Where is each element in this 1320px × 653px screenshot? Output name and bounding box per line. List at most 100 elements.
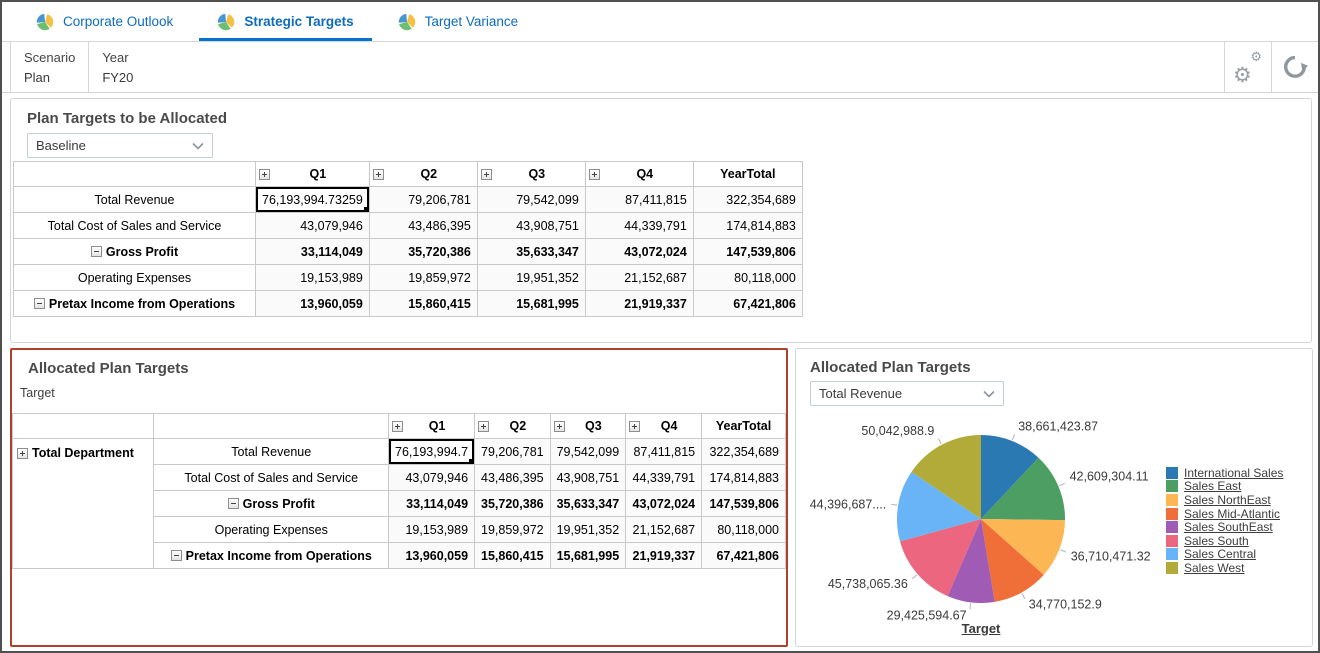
column-header-yeartotal[interactable]: YearTotal <box>702 414 786 439</box>
column-header-q1[interactable]: Q1 <box>256 162 370 187</box>
data-cell[interactable]: 67,421,806 <box>693 291 802 317</box>
row-header[interactable]: Total Cost of Sales and Service <box>154 465 389 491</box>
data-cell[interactable]: 79,206,781 <box>475 439 551 465</box>
data-cell[interactable]: 35,720,386 <box>475 491 551 517</box>
data-cell-selected[interactable]: 76,193,994.73259 <box>256 187 370 213</box>
row-header[interactable]: Operating Expenses <box>154 517 389 543</box>
data-cell[interactable]: 19,153,989 <box>256 265 370 291</box>
legend-item[interactable]: Sales East <box>1166 480 1283 494</box>
expand-icon[interactable] <box>629 421 640 432</box>
row-group-total-department[interactable]: Total Department <box>13 439 154 569</box>
data-cell[interactable]: 21,152,687 <box>626 517 702 543</box>
column-header-yeartotal[interactable]: YearTotal <box>693 162 802 187</box>
legend-item[interactable]: International Sales <box>1166 466 1283 480</box>
data-cell[interactable]: 43,486,395 <box>475 465 551 491</box>
pov-year-value[interactable]: FY20 <box>102 70 133 85</box>
legend-label[interactable]: Sales Central <box>1184 547 1256 561</box>
expand-icon[interactable] <box>554 421 565 432</box>
data-cell[interactable]: 43,908,751 <box>477 213 585 239</box>
legend-item[interactable]: Sales Central <box>1166 548 1283 562</box>
pov-scenario[interactable]: Scenario Plan <box>11 42 89 92</box>
collapse-icon[interactable] <box>171 550 182 561</box>
data-cell[interactable]: 19,153,989 <box>389 517 475 543</box>
data-cell[interactable]: 43,908,751 <box>550 465 626 491</box>
data-cell[interactable]: 35,633,347 <box>550 491 626 517</box>
data-cell[interactable]: 174,814,883 <box>693 213 802 239</box>
data-cell[interactable]: 67,421,806 <box>702 543 786 569</box>
expand-icon[interactable] <box>481 169 492 180</box>
expand-icon[interactable] <box>478 421 489 432</box>
data-cell[interactable]: 44,339,791 <box>626 465 702 491</box>
data-cell[interactable]: 80,118,000 <box>693 265 802 291</box>
data-cell[interactable]: 21,919,337 <box>585 291 693 317</box>
expand-icon[interactable] <box>589 169 600 180</box>
row-header[interactable]: Gross Profit <box>154 491 389 517</box>
data-cell[interactable]: 43,079,946 <box>389 465 475 491</box>
legend-label[interactable]: Sales Mid-Atlantic <box>1184 507 1280 521</box>
measure-dropdown[interactable]: Total Revenue <box>810 381 1004 406</box>
data-cell[interactable]: 43,486,395 <box>369 213 477 239</box>
column-header-q2[interactable]: Q2 <box>475 414 551 439</box>
legend-item[interactable]: Sales West <box>1166 561 1283 575</box>
data-cell[interactable]: 147,539,806 <box>693 239 802 265</box>
pov-year[interactable]: Year FY20 <box>89 42 146 92</box>
expand-icon[interactable] <box>392 421 403 432</box>
legend-label[interactable]: Sales West <box>1184 561 1244 575</box>
legend-item[interactable]: Sales South <box>1166 534 1283 548</box>
data-cell[interactable]: 19,951,352 <box>550 517 626 543</box>
chart-axis-label[interactable]: Target <box>796 621 1166 636</box>
row-header[interactable]: Gross Profit <box>14 239 256 265</box>
data-cell[interactable]: 33,114,049 <box>389 491 475 517</box>
data-cell[interactable]: 87,411,815 <box>585 187 693 213</box>
legend-label[interactable]: International Sales <box>1184 466 1283 480</box>
data-cell[interactable]: 147,539,806 <box>702 491 786 517</box>
settings-button[interactable]: ⚙⚙ <box>1224 42 1271 92</box>
version-dropdown[interactable]: Baseline <box>27 133 213 158</box>
tab-strategic-targets[interactable]: Strategic Targets <box>195 2 375 41</box>
data-cell[interactable]: 43,079,946 <box>256 213 370 239</box>
tab-corporate-outlook[interactable]: Corporate Outlook <box>14 2 195 41</box>
row-header[interactable]: Total Revenue <box>154 439 389 465</box>
data-cell[interactable]: 79,542,099 <box>550 439 626 465</box>
column-header-q3[interactable]: Q3 <box>477 162 585 187</box>
column-header-q1[interactable]: Q1 <box>389 414 475 439</box>
legend-item[interactable]: Sales SouthEast <box>1166 520 1283 534</box>
column-header-q4[interactable]: Q4 <box>585 162 693 187</box>
data-cell[interactable]: 13,960,059 <box>256 291 370 317</box>
data-cell[interactable]: 80,118,000 <box>702 517 786 543</box>
refresh-button[interactable] <box>1271 42 1318 92</box>
data-cell[interactable]: 21,919,337 <box>626 543 702 569</box>
collapse-icon[interactable] <box>91 246 102 257</box>
data-cell[interactable]: 21,152,687 <box>585 265 693 291</box>
tab-target-variance[interactable]: Target Variance <box>376 2 541 41</box>
data-cell[interactable]: 79,206,781 <box>369 187 477 213</box>
data-cell[interactable]: 19,859,972 <box>475 517 551 543</box>
data-cell[interactable]: 35,720,386 <box>369 239 477 265</box>
data-cell-selected[interactable]: 76,193,994.7 <box>389 439 475 465</box>
legend-label[interactable]: Sales NorthEast <box>1184 493 1271 507</box>
legend-item[interactable]: Sales Mid-Atlantic <box>1166 507 1283 521</box>
expand-icon[interactable] <box>17 448 28 459</box>
data-cell[interactable]: 43,072,024 <box>585 239 693 265</box>
pov-scenario-value[interactable]: Plan <box>24 70 75 85</box>
column-header-q3[interactable]: Q3 <box>550 414 626 439</box>
data-cell[interactable]: 87,411,815 <box>626 439 702 465</box>
data-cell[interactable]: 33,114,049 <box>256 239 370 265</box>
data-cell[interactable]: 19,859,972 <box>369 265 477 291</box>
column-header-q2[interactable]: Q2 <box>369 162 477 187</box>
data-cell[interactable]: 13,960,059 <box>389 543 475 569</box>
legend-label[interactable]: Sales SouthEast <box>1184 520 1273 534</box>
data-cell[interactable]: 15,681,995 <box>477 291 585 317</box>
collapse-icon[interactable] <box>34 298 45 309</box>
data-cell[interactable]: 322,354,689 <box>702 439 786 465</box>
expand-icon[interactable] <box>259 169 270 180</box>
expand-icon[interactable] <box>373 169 384 180</box>
row-header[interactable]: Total Cost of Sales and Service <box>14 213 256 239</box>
data-cell[interactable]: 15,681,995 <box>550 543 626 569</box>
data-cell[interactable]: 174,814,883 <box>702 465 786 491</box>
collapse-icon[interactable] <box>228 498 239 509</box>
data-cell[interactable]: 19,951,352 <box>477 265 585 291</box>
data-cell[interactable]: 44,339,791 <box>585 213 693 239</box>
legend-item[interactable]: Sales NorthEast <box>1166 493 1283 507</box>
data-cell[interactable]: 322,354,689 <box>693 187 802 213</box>
